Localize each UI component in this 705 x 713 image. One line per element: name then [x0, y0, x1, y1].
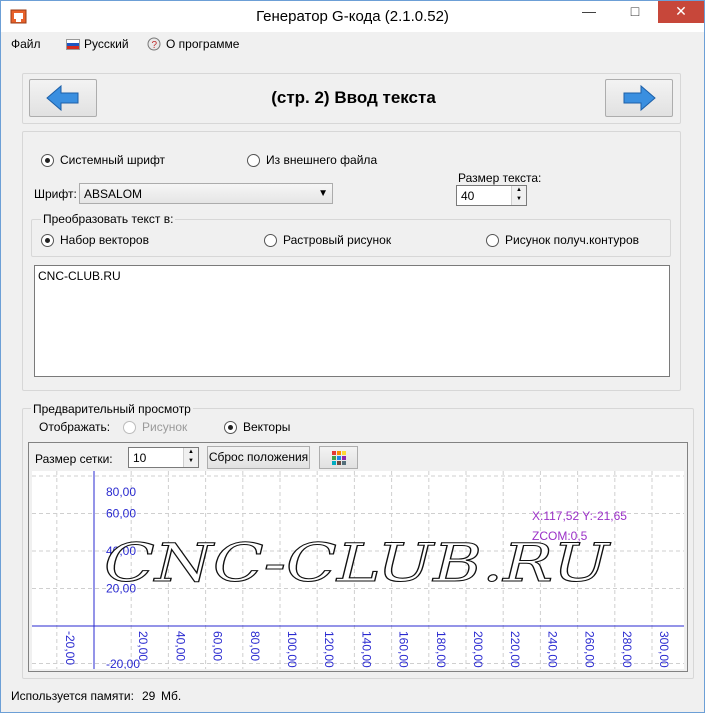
- preview-panel: Размер сетки: 10 ▲ ▼ Сброс положения 60,0…: [28, 442, 690, 672]
- radio-dot: [264, 233, 277, 247]
- convert-vectors-radio[interactable]: Набор векторов: [41, 233, 149, 247]
- grid-size-label: Размер сетки:: [35, 452, 113, 466]
- close-button[interactable]: ✕: [658, 1, 704, 23]
- y-tick-neg20: -20,00: [106, 657, 140, 669]
- x-tick-label: 40,00: [173, 631, 187, 661]
- display-label: Отображать:: [39, 420, 111, 434]
- memory-value: 29: [142, 689, 156, 703]
- display-picture-radio[interactable]: Рисунок: [123, 420, 187, 434]
- radio-dot: [486, 233, 499, 247]
- coord-readout: X:117,52 Y:-21,65: [532, 509, 627, 523]
- text-input-area[interactable]: CNC-CLUB.RU: [34, 265, 670, 377]
- menu-file-label: Файл: [11, 37, 41, 51]
- x-tick-label: 220,00: [508, 631, 522, 668]
- arrow-left-icon: [46, 84, 79, 112]
- x-tick-labels: -20,00 20,00 40,00 60,00 80,00 100,00 120,00 14…: [63, 631, 671, 668]
- menu-language[interactable]: Русский: [66, 37, 129, 51]
- convert-contours-label: Рисунок получ.контуров: [505, 233, 639, 247]
- next-button[interactable]: [605, 79, 673, 117]
- grid-size-input[interactable]: 10 ▲ ▼: [128, 447, 199, 468]
- radio-dot: [41, 153, 54, 167]
- x-tick-label: 300,00: [657, 631, 671, 668]
- palette-icon: [331, 451, 346, 465]
- convert-vectors-label: Набор векторов: [60, 233, 149, 247]
- convert-raster-label: Растровый рисунок: [283, 233, 392, 247]
- x-tick-label: -20,00: [63, 631, 77, 665]
- display-vectors-radio[interactable]: Векторы: [224, 420, 290, 434]
- grid-size-stepper[interactable]: ▲ ▼: [183, 448, 198, 467]
- x-tick-label: 60,00: [211, 631, 225, 661]
- display-picture-label: Рисунок: [142, 420, 188, 434]
- preview-plot-svg: 60,0040,0020,00 -20,00 20,00 40,00 60,00 80,…: [32, 471, 690, 671]
- memory-label: Используется памяти:: [11, 689, 134, 703]
- menu-bar: Файл Русский ? О программе: [1, 32, 704, 56]
- external-file-label: Из внешнего файла: [266, 153, 378, 167]
- radio-dot: [123, 420, 136, 434]
- convert-contours-radio[interactable]: Рисунок получ.контуров: [486, 233, 639, 247]
- font-label: Шрифт:: [34, 187, 77, 201]
- color-palette-button[interactable]: [319, 446, 358, 469]
- svg-text:?: ?: [152, 40, 158, 51]
- system-font-radio[interactable]: Системный шрифт: [41, 153, 165, 167]
- menu-language-label: Русский: [84, 37, 129, 51]
- x-tick-label: 180,00: [434, 631, 448, 668]
- page-title: (стр. 2) Ввод текста: [271, 88, 436, 107]
- x-tick-label: 80,00: [248, 631, 262, 661]
- x-tick-label: 260,00: [583, 631, 597, 668]
- font-select-value: ABSALOM: [84, 187, 143, 201]
- x-tick-label: 200,00: [471, 631, 485, 668]
- maximize-button[interactable]: □: [612, 1, 658, 23]
- x-tick-label: 160,00: [397, 631, 411, 668]
- back-button[interactable]: [29, 79, 97, 117]
- radio-dot: [41, 233, 54, 247]
- arrow-right-icon: [623, 84, 656, 112]
- y-tick-80: 80,00: [106, 485, 136, 499]
- text-size-label: Размер текста:: [458, 171, 542, 185]
- menu-about[interactable]: ? О программе: [147, 37, 239, 51]
- x-tick-label: 120,00: [322, 631, 336, 668]
- preview-vector-text: CNC-CLUB.RU: [104, 534, 612, 594]
- status-bar: Используется памяти: 29 Мб.: [1, 684, 704, 712]
- help-icon: ?: [147, 37, 161, 51]
- app-window: Генератор G-кода (2.1.0.52) — □ ✕ Файл Р…: [0, 0, 705, 713]
- external-file-radio[interactable]: Из внешнего файла: [247, 153, 377, 167]
- x-tick-label: 100,00: [285, 631, 299, 668]
- display-vectors-label: Векторы: [243, 420, 291, 434]
- radio-dot: [247, 153, 260, 167]
- text-size-value: 40: [461, 189, 475, 203]
- x-tick-label: 240,00: [545, 631, 559, 668]
- y-tick-label: 60,00: [106, 507, 136, 521]
- preview-plot[interactable]: 60,00 40,00 20,00 -20,00 20,00 40,00 60,00 80,…: [32, 471, 690, 671]
- x-tick-label: 140,00: [359, 631, 373, 668]
- preview-legend: Предварительный просмотр: [31, 402, 193, 416]
- font-select[interactable]: ABSALOM ▼: [79, 183, 333, 204]
- text-size-stepper[interactable]: ▲ ▼: [511, 186, 526, 205]
- text-size-input[interactable]: 40 ▲ ▼: [456, 185, 527, 206]
- convert-raster-radio[interactable]: Растровый рисунок: [264, 233, 391, 247]
- convert-legend: Преобразовать текст в:: [41, 212, 176, 226]
- memory-unit: Мб.: [161, 689, 182, 703]
- chevron-down-icon: ▼: [318, 188, 328, 199]
- minimize-button[interactable]: —: [566, 1, 612, 23]
- title-bar: Генератор G-кода (2.1.0.52) — □ ✕: [1, 1, 704, 32]
- grid-size-value: 10: [133, 451, 147, 465]
- x-tick-label: 280,00: [620, 631, 634, 668]
- system-font-label: Системный шрифт: [60, 153, 166, 167]
- menu-file[interactable]: Файл: [11, 37, 41, 51]
- radio-dot: [224, 420, 237, 434]
- menu-about-label: О программе: [166, 37, 240, 51]
- russian-flag-icon: [66, 38, 80, 50]
- reset-position-button[interactable]: Сброс положения: [207, 446, 310, 469]
